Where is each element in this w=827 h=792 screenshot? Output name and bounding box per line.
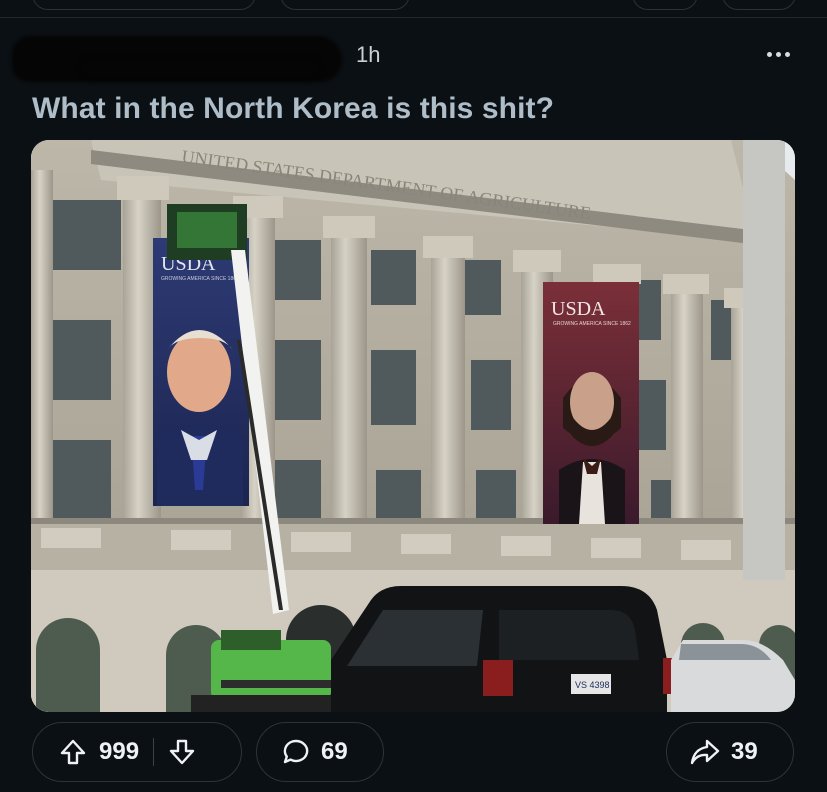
share-arrow-icon xyxy=(689,737,721,767)
arrow-up-icon[interactable] xyxy=(59,738,87,766)
comment-count: 69 xyxy=(321,738,348,765)
post-header: 1h xyxy=(0,28,827,84)
post-divider xyxy=(0,17,827,18)
arrow-down-icon[interactable] xyxy=(168,738,196,766)
comment-button[interactable]: 69 xyxy=(256,722,384,782)
previous-comment-pill[interactable] xyxy=(280,0,410,10)
black-suv: VS 4398 xyxy=(331,586,677,712)
post-image[interactable]: UNITED STATES DEPARTMENT OF AGRICULTURE xyxy=(31,140,795,712)
share-button[interactable]: 39 xyxy=(666,722,794,782)
post-timestamp: 1h xyxy=(356,42,381,67)
svg-text:GROWING AMERICA SINCE 1862: GROWING AMERICA SINCE 1862 xyxy=(553,321,631,327)
speech-bubble-icon xyxy=(281,737,311,767)
right-banner: USDA GROWING AMERICA SINCE 1862 xyxy=(543,282,639,524)
svg-text:USDA: USDA xyxy=(551,298,606,320)
previous-vote-pill[interactable] xyxy=(32,0,256,10)
svg-text:VS 4398: VS 4398 xyxy=(575,680,610,690)
previous-share-pill[interactable] xyxy=(722,0,796,10)
redacted-username-scribble xyxy=(80,58,320,80)
vote-pill: 999 xyxy=(32,722,242,782)
upvote-count: 999 xyxy=(99,738,140,765)
previous-post-action-bar xyxy=(0,0,827,18)
svg-text:GROWING AMERICA SINCE 1862: GROWING AMERICA SINCE 1862 xyxy=(161,276,239,282)
previous-award-pill[interactable] xyxy=(632,0,698,10)
vote-separator xyxy=(153,738,155,766)
post-title[interactable]: What in the North Korea is this shit? xyxy=(32,92,554,126)
share-count: 39 xyxy=(731,738,758,765)
post-action-bar: 999 69 39 xyxy=(0,720,827,784)
more-horizontal-icon[interactable] xyxy=(758,42,798,66)
